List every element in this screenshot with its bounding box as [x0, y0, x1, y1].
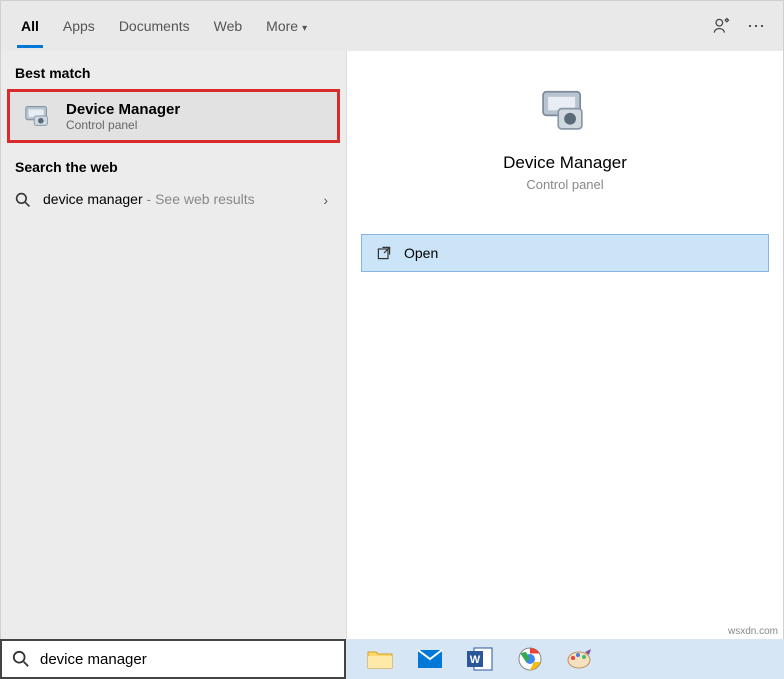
result-title: Device Manager: [66, 101, 180, 118]
search-panel: All Apps Documents Web More▾ ⋯ Best matc…: [0, 0, 784, 640]
tab-all[interactable]: All: [9, 4, 51, 48]
mail-icon[interactable]: [416, 645, 444, 673]
search-icon: [15, 192, 31, 208]
result-text: Device Manager Control panel: [66, 101, 180, 132]
tab-apps[interactable]: Apps: [51, 4, 107, 48]
open-icon: [376, 245, 392, 261]
search-box[interactable]: [0, 639, 346, 679]
file-explorer-icon[interactable]: [366, 645, 394, 673]
content: Best match Device Manager Control panel …: [1, 51, 783, 639]
web-hint: - See web results: [143, 191, 255, 207]
feedback-icon[interactable]: [711, 16, 731, 36]
chrome-icon[interactable]: [516, 645, 544, 673]
tab-more[interactable]: More▾: [254, 4, 319, 48]
preview-pane: Device Manager Control panel Open: [347, 51, 783, 639]
result-device-manager[interactable]: Device Manager Control panel: [7, 89, 340, 143]
device-manager-icon: [22, 100, 54, 132]
tab-web[interactable]: Web: [202, 4, 255, 48]
result-subtitle: Control panel: [66, 118, 180, 132]
ellipsis-icon[interactable]: ⋯: [747, 16, 765, 37]
chevron-right-icon: ›: [323, 192, 332, 208]
preview-subtitle: Control panel: [361, 177, 769, 192]
watermark: wsxdn.com: [728, 626, 778, 637]
svg-text:W: W: [470, 654, 481, 666]
results-pane: Best match Device Manager Control panel …: [1, 51, 347, 639]
top-bar: All Apps Documents Web More▾ ⋯: [1, 1, 783, 51]
taskbar: W: [346, 639, 784, 679]
preview-title: Device Manager: [361, 153, 769, 173]
filter-tabs: All Apps Documents Web More▾: [9, 4, 711, 48]
chevron-down-icon: ▾: [302, 23, 307, 34]
best-match-header: Best match: [1, 51, 346, 87]
preview-block: Device Manager Control panel: [361, 65, 769, 204]
open-label: Open: [404, 245, 438, 261]
top-icons: ⋯: [711, 16, 775, 37]
search-icon: [12, 650, 30, 668]
search-web-header: Search the web: [1, 145, 346, 181]
preview-device-manager-icon: [538, 85, 592, 139]
open-action[interactable]: Open: [361, 234, 769, 272]
web-query: device manager: [43, 191, 143, 207]
word-icon[interactable]: W: [466, 645, 494, 673]
paint-icon[interactable]: [566, 645, 594, 673]
web-result[interactable]: device manager - See web results ›: [1, 181, 346, 219]
tab-documents[interactable]: Documents: [107, 4, 202, 48]
search-input[interactable]: [40, 651, 334, 668]
